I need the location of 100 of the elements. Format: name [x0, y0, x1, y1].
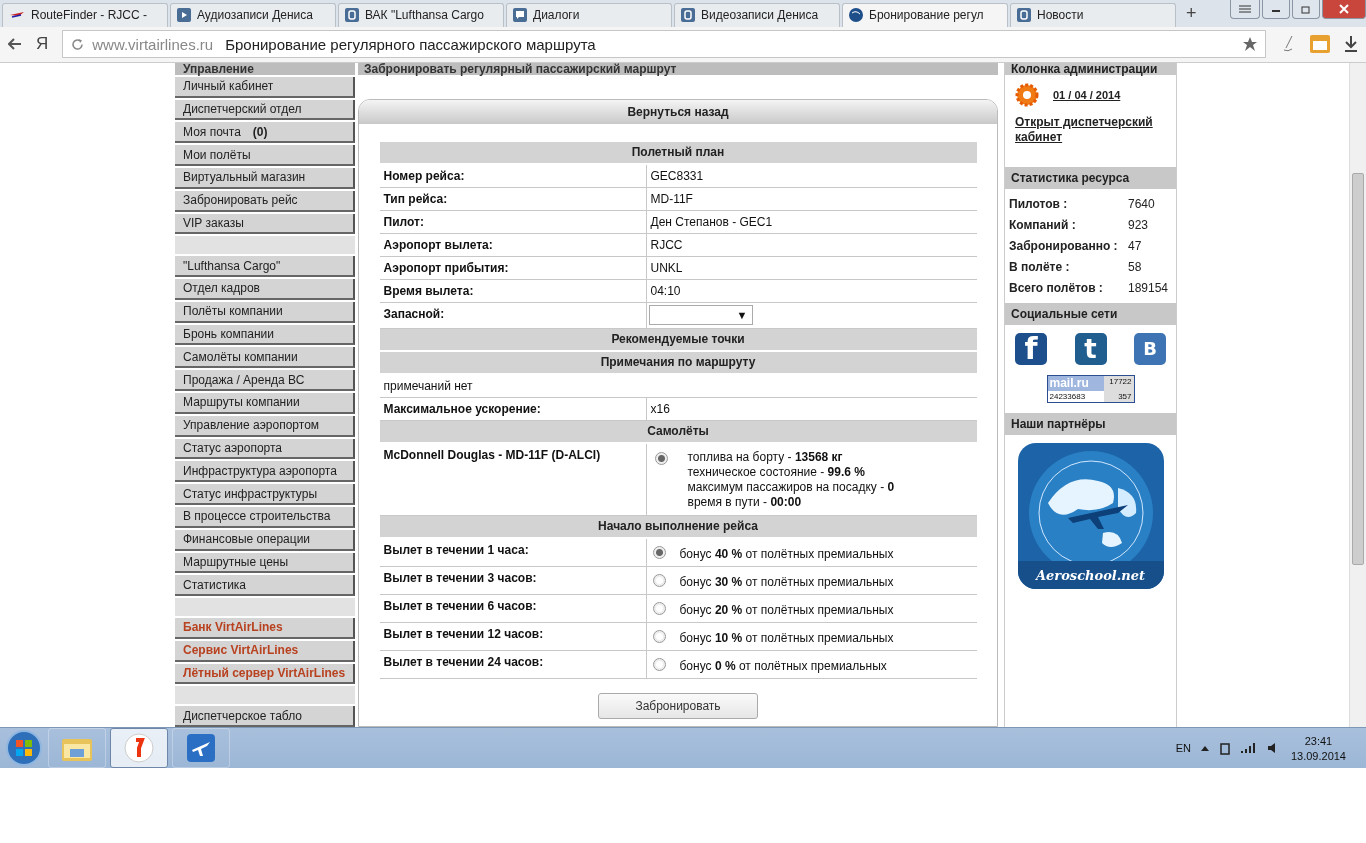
minimize-icon[interactable]: [1262, 0, 1290, 19]
partners-header: Наши партнёры: [1005, 412, 1176, 435]
stat-label: Пилотов :: [1009, 196, 1069, 211]
star-icon[interactable]: [1243, 37, 1257, 52]
start-icon[interactable]: [4, 728, 44, 768]
aircraft-radio[interactable]: [654, 451, 668, 465]
scrollbar[interactable]: [1349, 62, 1366, 727]
stat-label: Компаний :: [1009, 217, 1077, 232]
sidebar-item[interactable]: Статус аэропорта: [175, 438, 355, 460]
aircraft-detail: техническое состояние - 99.6 %: [687, 464, 866, 479]
signal-icon[interactable]: [1240, 742, 1257, 754]
extension-icon[interactable]: [1310, 35, 1330, 54]
field-label: Запасной:: [379, 302, 647, 329]
caret-icon[interactable]: [1200, 745, 1209, 751]
clock-date[interactable]: 13.09.2014: [1290, 749, 1346, 762]
news-link[interactable]: Открыт диспетчерский кабинет: [1015, 114, 1166, 145]
stat-value: 58: [1128, 259, 1143, 274]
yandex-button[interactable]: Я: [36, 34, 49, 55]
sidebar-item[interactable]: В процессе строительства: [175, 507, 355, 528]
bonus-text: бонус 30 % от полётных премиальных: [679, 574, 894, 589]
alternate-select[interactable]: ▼: [648, 304, 753, 325]
taskbar-app[interactable]: [110, 728, 168, 768]
browser-icon[interactable]: [124, 733, 154, 763]
bonus-text: бонус 0 % от полётных премиальных: [679, 658, 887, 673]
partner-banner[interactable]: Aeroschool.net: [1017, 442, 1164, 589]
sidebar-item[interactable]: Мои полёты: [175, 145, 355, 166]
sidebar-item[interactable]: Маршруты компании: [175, 393, 355, 414]
sidebar-item[interactable]: Бронь компании: [175, 324, 355, 346]
sidebar-item[interactable]: Диспетчерский отдел: [175, 99, 355, 121]
field-label: Максимальное ускорение:: [379, 397, 647, 421]
close-icon[interactable]: [1322, 0, 1366, 19]
sidebar-item[interactable]: Продажа / Аренда ВС: [175, 370, 355, 391]
section-header: Примечания по маршруту: [379, 351, 977, 374]
stat-label: Забронированно :: [1009, 238, 1119, 253]
sidebar-item[interactable]: Управление аэропортом: [175, 415, 355, 437]
browser-tab[interactable]: ВАК "Lufthansa Cargo: [338, 2, 504, 27]
option-label: Вылет в течении 3 часов:: [379, 566, 647, 595]
browser-tab[interactable]: Аудиозаписи Дениса: [170, 2, 336, 27]
field-value: GEC8331: [646, 164, 977, 188]
download-icon[interactable]: [1344, 36, 1358, 53]
social-icon: [345, 8, 359, 23]
option-radio[interactable]: [652, 657, 666, 671]
back-button[interactable]: Вернуться назад: [359, 99, 997, 124]
option-radio[interactable]: [652, 601, 666, 615]
sidebar-item[interactable]: Статус инфраструктуры: [175, 484, 355, 505]
language-indicator[interactable]: EN: [1175, 742, 1191, 754]
address-field[interactable]: www.virtairlines.ru Бронирование регулярного пассажирского маршрута: [62, 30, 1266, 59]
sidebar-item[interactable]: Полёты компании: [175, 301, 355, 323]
bonus-text: бонус 40 % от полётных премиальных: [679, 546, 894, 561]
sidebar-item[interactable]: Банк VirtAirLines: [175, 618, 355, 639]
option-label: Вылет в течении 1 часа:: [379, 538, 647, 567]
field-label: Аэропорт вылета:: [379, 233, 647, 257]
new-tab-button[interactable]: +: [1178, 2, 1205, 24]
back-icon[interactable]: [8, 38, 22, 51]
browser-tab[interactable]: RouteFinder - RJCC -: [2, 2, 168, 27]
plane-icon[interactable]: [187, 734, 215, 762]
stat-value: 923: [1128, 217, 1150, 232]
counter-logo: mail.ru: [1047, 375, 1104, 391]
sidebar-item[interactable]: Забронировать рейс: [175, 190, 355, 212]
option-radio[interactable]: [652, 573, 666, 587]
field-value: Ден Степанов - GEC1: [646, 210, 977, 234]
visit-counter[interactable]: mail.ru 17722 24233683 357: [1046, 374, 1135, 403]
globe-icon: [849, 8, 863, 23]
sidebar-item[interactable]: VIP заказы: [175, 213, 355, 235]
aircraft-detail: время в пути - 00:00: [687, 494, 803, 509]
section-header: Начало выполнение рейса: [379, 515, 977, 538]
sidebar-item[interactable]: Диспетчерское табло: [175, 706, 355, 727]
social-link[interactable]: f: [1015, 332, 1047, 365]
field-label: Тип рейса:: [379, 187, 647, 211]
sidebar-item[interactable]: Статистика: [175, 575, 355, 597]
social-link[interactable]: t: [1074, 332, 1107, 365]
browser-tab[interactable]: Бронирование регул: [842, 2, 1008, 27]
field-label: Аэропорт прибытия:: [379, 256, 647, 280]
sidebar-item[interactable]: Сервис VirtAirLines: [175, 640, 355, 662]
clock-time[interactable]: 23:41: [1304, 734, 1333, 747]
sidebar-item[interactable]: Моя почта (0): [175, 122, 355, 144]
sidebar-item[interactable]: Виртуальный магазин: [175, 168, 355, 189]
sidebar-item[interactable]: Отдел кадров: [175, 279, 355, 300]
news-date[interactable]: 01 / 04 / 2014: [1053, 88, 1121, 107]
stats-header: Статистика ресурса: [1005, 166, 1176, 189]
sidebar-item[interactable]: "Lufthansa Cargo": [175, 256, 355, 277]
sidebar-item[interactable]: Инфраструктура аэропорта: [175, 461, 355, 483]
plane-icon: [9, 10, 25, 21]
social-link[interactable]: B: [1134, 332, 1166, 365]
book-button[interactable]: Забронировать: [598, 692, 758, 719]
field-value: MD-11F: [646, 187, 977, 211]
sidebar-item[interactable]: Финансовые операции: [175, 529, 355, 551]
browser-tab[interactable]: Видеозаписи Дениса: [674, 2, 840, 27]
sidebar-item[interactable]: Самолёты компании: [175, 347, 355, 369]
browser-tab[interactable]: Диалоги: [506, 2, 672, 27]
sidebar-item[interactable]: Личный кабинет: [175, 76, 355, 98]
counter-value: 17722: [1103, 375, 1134, 391]
section-header: Самолёты: [379, 420, 977, 443]
browser-tab[interactable]: Новости: [1010, 2, 1176, 27]
sidebar-item[interactable]: Маршрутные цены: [175, 552, 355, 574]
sidebar-item[interactable]: Лётный сервер VirtAirLines: [175, 663, 355, 685]
option-radio[interactable]: [652, 629, 666, 643]
reload-icon[interactable]: [71, 37, 85, 51]
power-icon[interactable]: [1218, 741, 1231, 755]
option-radio[interactable]: [652, 545, 666, 559]
